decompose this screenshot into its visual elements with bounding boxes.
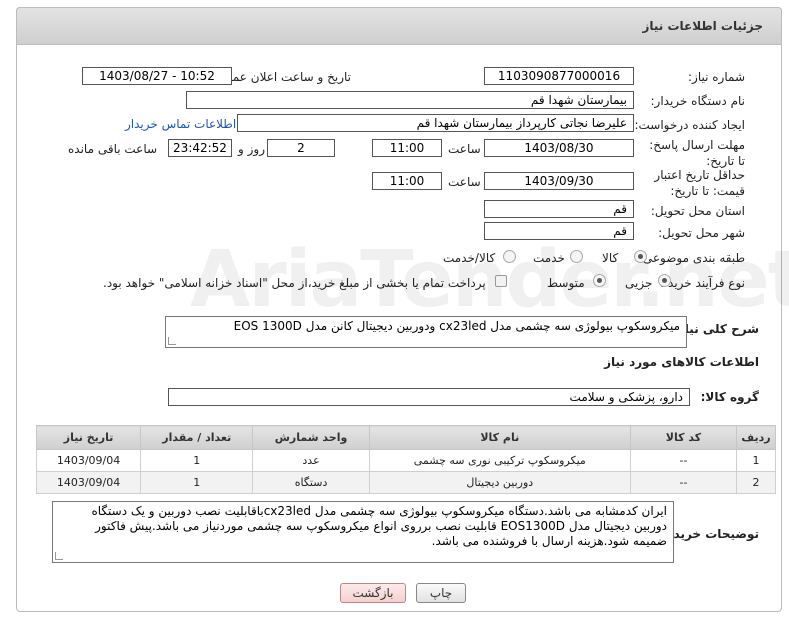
category-service-label: خدمت bbox=[533, 251, 565, 265]
cell-date: 1403/09/04 bbox=[35, 449, 142, 472]
cell-unit: عدد bbox=[252, 449, 370, 472]
print-button[interactable]: چاپ bbox=[416, 583, 466, 603]
panel-header: جزئیات اطلاعات نیاز bbox=[16, 7, 782, 45]
category-service-radio[interactable] bbox=[570, 250, 583, 263]
category-label: طبقه بندی موضوعی: bbox=[638, 251, 745, 265]
process-medium-label: متوسط bbox=[547, 276, 585, 290]
back-button[interactable]: بازگشت bbox=[340, 583, 406, 603]
cell-code: -- bbox=[629, 449, 738, 472]
days-field: 2 bbox=[267, 139, 335, 157]
deadline-date-field: 1403/08/30 bbox=[484, 139, 634, 157]
validity-label: حداقل تاریخ اعتبار قیمت: تا تاریخ: bbox=[654, 168, 745, 198]
province-label: استان محل تحویل: bbox=[650, 204, 745, 218]
cell-date: 1403/09/04 bbox=[35, 471, 142, 494]
cell-name: میکروسکوپ ترکیبی نوری سه چشمی bbox=[368, 449, 631, 472]
category-both-label: کالا/خدمت bbox=[443, 251, 496, 265]
need-number-field: 1103090877000016 bbox=[484, 67, 634, 85]
resize-handle-icon[interactable] bbox=[168, 337, 176, 345]
cell-row: 2 bbox=[736, 471, 776, 494]
city-field: قم bbox=[484, 222, 634, 240]
city-label: شهر محل تحویل: bbox=[658, 226, 745, 240]
goods-group-label: گروه کالا: bbox=[700, 390, 759, 404]
validity-time-label: ساعت bbox=[448, 175, 481, 189]
deadline-label: مهلت ارسال پاسخ: تا تاریخ: bbox=[649, 138, 745, 168]
requester-label: ایجاد کننده درخواست: bbox=[634, 118, 745, 132]
buyer-contact-link[interactable]: اطلاعات تماس خریدار bbox=[125, 117, 236, 131]
col-row-header: ردیف bbox=[736, 425, 776, 450]
goods-group-field: دارو، پزشکی و سلامت bbox=[168, 388, 690, 406]
validity-time-field: 11:00 bbox=[372, 172, 442, 190]
buyer-org-label: نام دستگاه خریدار: bbox=[650, 94, 746, 108]
col-code-header: کد کالا bbox=[629, 425, 738, 450]
col-qty-header: تعداد / مقدار bbox=[140, 425, 254, 450]
col-date-header: تاریخ نیاز bbox=[35, 425, 142, 450]
deadline-time-label: ساعت bbox=[448, 142, 481, 156]
process-label: نوع فرآیند خرید : bbox=[660, 276, 745, 290]
cell-name: دوربین دیجیتال bbox=[368, 471, 631, 494]
remaining-label: ساعت باقی مانده bbox=[68, 142, 158, 156]
description-textarea: میکروسکوپ بیولوژی سه چشمی مدل cx23led ود… bbox=[165, 316, 687, 348]
cell-qty: 1 bbox=[140, 449, 254, 472]
cell-unit: دستگاه bbox=[252, 471, 370, 494]
cell-qty: 1 bbox=[140, 471, 254, 494]
process-small-radio[interactable] bbox=[658, 274, 671, 287]
requester-field: علیرضا نجاتی کارپرداز بیمارستان شهدا قم bbox=[237, 114, 634, 132]
page-title: جزئیات اطلاعات نیاز bbox=[642, 19, 763, 33]
description-text: میکروسکوپ بیولوژی سه چشمی مدل cx23led ود… bbox=[233, 319, 680, 333]
col-unit-header: واحد شمارش bbox=[252, 425, 370, 450]
province-field: قم bbox=[484, 200, 634, 218]
table-row: 2 -- دوربین دیجیتال دستگاه 1 1403/09/04 bbox=[35, 471, 776, 494]
validity-date-field: 1403/09/30 bbox=[484, 172, 634, 190]
goods-table: ردیف کد کالا نام کالا واحد شمارش تعداد /… bbox=[35, 425, 776, 494]
remaining-time-field: 23:42:52 bbox=[168, 139, 232, 157]
table-row: 1 -- میکروسکوپ ترکیبی نوری سه چشمی عدد 1… bbox=[35, 449, 776, 472]
announce-field: 1403/08/27 - 10:52 bbox=[82, 67, 232, 85]
category-both-radio[interactable] bbox=[503, 250, 516, 263]
buyer-org-field: بیمارستان شهدا قم bbox=[186, 91, 634, 109]
cell-row: 1 bbox=[736, 449, 776, 472]
category-goods-radio[interactable] bbox=[634, 250, 647, 263]
goods-section-title: اطلاعات کالاهای مورد نیاز bbox=[604, 355, 759, 369]
deadline-time-field: 11:00 bbox=[372, 139, 442, 157]
col-name-header: نام کالا bbox=[368, 425, 631, 450]
buyer-notes-textarea: ایران کدمشابه می باشد.دستگاه میکروسکوپ ب… bbox=[52, 501, 674, 563]
process-small-label: جزیی bbox=[625, 276, 653, 290]
treasury-payment-text: پرداخت تمام یا بخشی از مبلغ خرید،از محل … bbox=[103, 276, 486, 290]
treasury-payment-checkbox[interactable] bbox=[495, 275, 507, 287]
resize-handle-icon[interactable] bbox=[55, 552, 63, 560]
buyer-notes-text: ایران کدمشابه می باشد.دستگاه میکروسکوپ ب… bbox=[91, 504, 667, 548]
process-medium-radio[interactable] bbox=[593, 274, 606, 287]
need-number-label: شماره نیاز: bbox=[688, 70, 745, 84]
days-label: روز و bbox=[238, 142, 265, 156]
table-header-row: ردیف کد کالا نام کالا واحد شمارش تعداد /… bbox=[35, 425, 776, 450]
category-goods-label: کالا bbox=[602, 251, 619, 265]
cell-code: -- bbox=[629, 471, 738, 494]
